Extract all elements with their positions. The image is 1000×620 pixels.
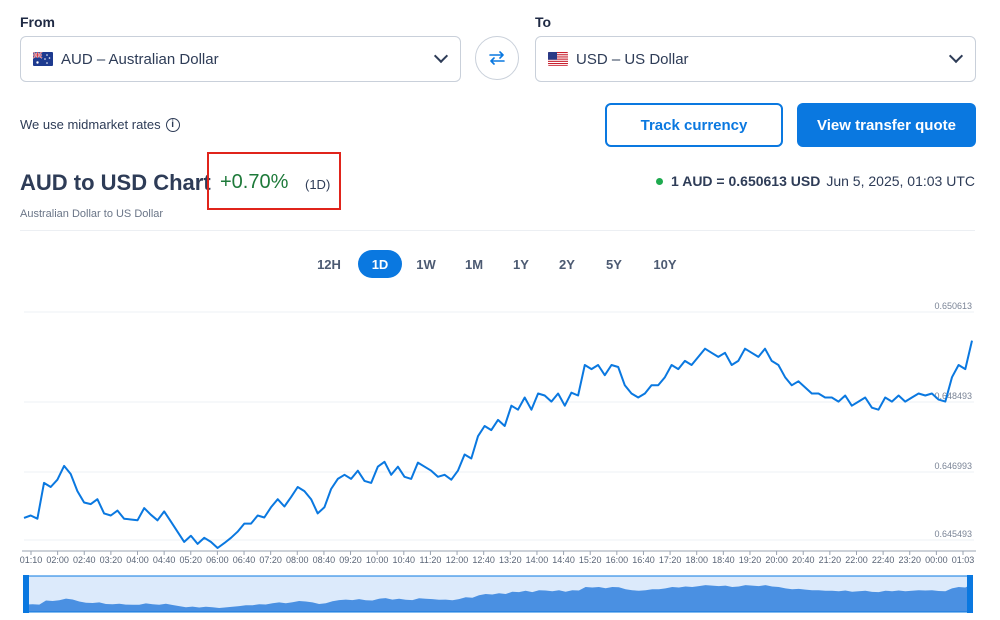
x-tick-label: 03:20 (100, 555, 123, 565)
x-tick-label: 08:00 (286, 555, 309, 565)
x-tick-label: 20:40 (792, 555, 815, 565)
x-tick-label: 16:00 (606, 555, 629, 565)
chart-subtitle: Australian Dollar to US Dollar (20, 208, 164, 220)
y-tick-label: 0.650613 (934, 301, 972, 311)
tab-12h[interactable]: 12H (311, 250, 347, 278)
x-tick-label: 21:20 (819, 555, 842, 565)
rate-timestamp: Jun 5, 2025, 01:03 UTC (826, 173, 975, 189)
current-rate: 1 AUD = 0.650613 USD Jun 5, 2025, 01:03 … (656, 173, 975, 189)
from-currency-select[interactable]: AUD – Australian Dollar (20, 36, 461, 82)
x-tick-label: 06:40 (233, 555, 256, 565)
x-tick-label: 14:00 (526, 555, 549, 565)
y-tick-label: 0.646993 (934, 461, 972, 471)
australia-flag-icon (33, 52, 53, 66)
swap-currencies-button[interactable] (475, 36, 519, 80)
chevron-down-icon (433, 48, 449, 64)
x-tick-label: 18:40 (712, 555, 735, 565)
x-tick-label: 11:20 (419, 555, 441, 565)
tab-1m[interactable]: 1M (456, 250, 492, 278)
navigator-right-handle[interactable] (967, 575, 973, 613)
x-tick-label: 08:40 (313, 555, 336, 565)
x-tick-label: 17:20 (659, 555, 682, 565)
y-tick-label: 0.645493 (934, 529, 972, 539)
from-label: From (20, 14, 55, 30)
midmarket-note-text: We use midmarket rates (20, 117, 161, 132)
to-currency-value: USD – US Dollar (576, 50, 689, 68)
track-currency-button[interactable]: Track currency (605, 103, 783, 147)
x-tick-label: 07:20 (259, 555, 282, 565)
x-tick-label: 16:40 (632, 555, 655, 565)
tab-1y[interactable]: 1Y (505, 250, 537, 278)
x-tick-label: 18:00 (685, 555, 708, 565)
x-tick-label: 00:00 (925, 555, 948, 565)
x-tick-label: 01:10 (20, 555, 43, 565)
view-transfer-quote-button[interactable]: View transfer quote (797, 103, 976, 147)
tab-2y[interactable]: 2Y (549, 250, 585, 278)
x-tick-label: 04:00 (126, 555, 149, 565)
rate-series-line (23, 340, 973, 549)
live-status-dot (656, 177, 664, 185)
chevron-down-icon (948, 48, 964, 64)
to-label: To (535, 14, 552, 30)
x-tick-label: 06:00 (206, 555, 229, 565)
from-currency-value: AUD – Australian Dollar (61, 50, 219, 68)
x-tick-label: 23:20 (898, 555, 921, 565)
rate-text: 1 AUD = 0.650613 USD (671, 173, 821, 189)
x-tick-label: 10:40 (393, 555, 416, 565)
midmarket-note: We use midmarket rates i (20, 117, 180, 132)
x-tick-label: 01:03 (952, 555, 975, 565)
divider (20, 230, 975, 231)
tab-5y[interactable]: 5Y (596, 250, 632, 278)
to-currency-select[interactable]: USD – US Dollar (535, 36, 976, 82)
x-tick-label: 20:00 (765, 555, 788, 565)
x-tick-label: 15:20 (579, 555, 602, 565)
x-tick-label: 14:40 (552, 555, 575, 565)
swap-arrows-icon (489, 51, 505, 65)
x-tick-label: 22:40 (872, 555, 895, 565)
navigator-left-handle[interactable] (23, 575, 29, 613)
chart-title: AUD to USD Chart (20, 170, 211, 195)
tab-1d[interactable]: 1D (358, 250, 402, 278)
x-tick-label: 13:20 (499, 555, 522, 565)
tab-10y[interactable]: 10Y (645, 250, 685, 278)
change-percent: +0.70% (220, 171, 289, 193)
x-tick-label: 09:20 (339, 555, 362, 565)
x-tick-label: 19:20 (739, 555, 762, 565)
info-icon[interactable]: i (165, 117, 180, 132)
x-tick-label: 12:40 (472, 555, 495, 565)
us-flag-icon (548, 52, 568, 66)
x-tick-label: 22:00 (845, 555, 868, 565)
change-period: (1D) (305, 177, 331, 192)
rate-line-chart: 0.6506130.6484930.6469930.64549301:10 02:… (20, 301, 976, 613)
x-tick-label: 12:00 (446, 555, 469, 565)
period-tabs: 12H 1D 1W 1M 1Y 2Y 5Y 10Y (0, 250, 1000, 278)
x-tick-label: 05:20 (180, 555, 203, 565)
x-tick-label: 02:00 (46, 555, 69, 565)
x-tick-label: 10:00 (366, 555, 389, 565)
tab-1w[interactable]: 1W (408, 250, 444, 278)
x-tick-label: 04:40 (153, 555, 176, 565)
x-tick-label: 02:40 (73, 555, 96, 565)
